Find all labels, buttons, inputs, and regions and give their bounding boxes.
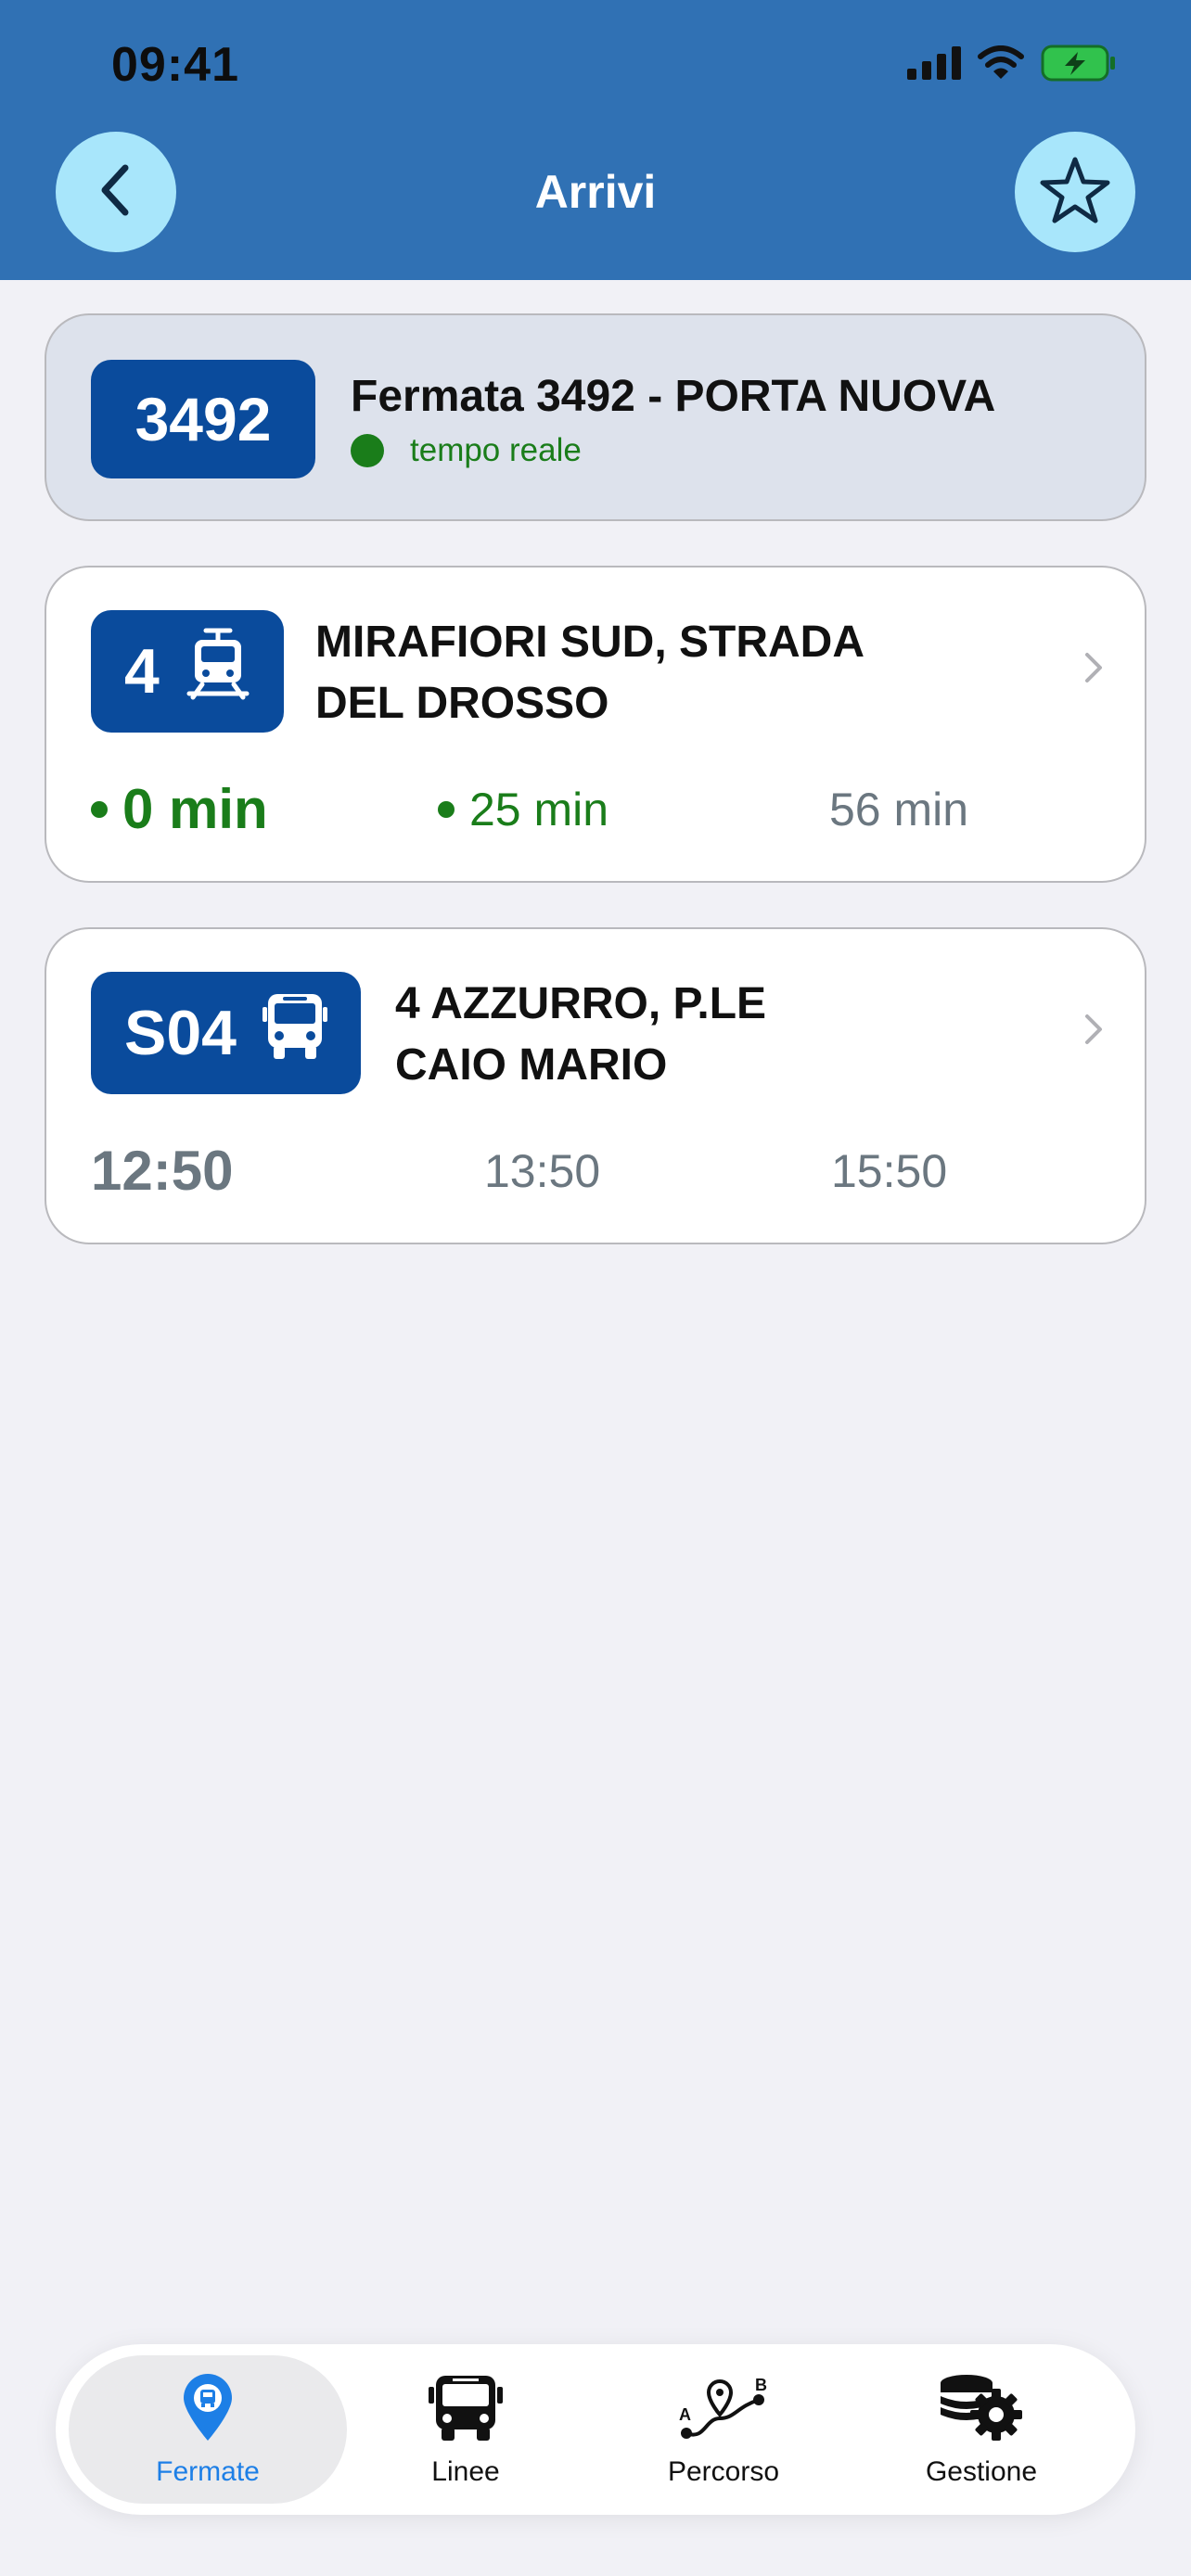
page-title: Arrivi: [534, 166, 657, 218]
stop-title: Fermata 3492 - PORTA NUOVA: [351, 372, 996, 421]
line-destination: MIRAFIORI SUD, STRADA DEL DROSSO: [315, 612, 864, 734]
wifi-icon: [978, 45, 1024, 85]
signal-icon: [907, 46, 961, 84]
tab-label: Percorso: [667, 2455, 780, 2487]
arrival-time-3: 15:50: [831, 1144, 947, 1198]
arrival-time-2: 13:50: [484, 1144, 600, 1198]
tab-label: Linee: [431, 2455, 500, 2487]
tab-percorso[interactable]: A B Percorso: [584, 2355, 863, 2504]
line-badge: 4: [91, 610, 284, 733]
arrival-time-3: 56 min: [829, 783, 968, 836]
arrival-time-value: 13:50: [484, 1145, 601, 1197]
route-icon: A B: [677, 2372, 770, 2447]
tab-label: Gestione: [925, 2455, 1038, 2487]
destination-line-1: 4 AZZURRO, P.LE: [395, 979, 767, 1028]
line-code: S04: [124, 998, 237, 1068]
arrival-time-1: 0 min: [91, 777, 268, 841]
arrival-times: 12:50 13:50 15:50: [91, 1139, 1111, 1213]
tab-fermate[interactable]: Fermate: [69, 2355, 347, 2504]
chevron-right-icon: [1083, 1013, 1104, 1051]
destination-line-2: DEL DROSSO: [315, 679, 609, 728]
destination-line-1: MIRAFIORI SUD, STRADA: [315, 618, 864, 667]
arrival-time-2: 25 min: [438, 783, 608, 836]
svg-text:A: A: [679, 2405, 691, 2424]
arrival-time-value: 25 min: [469, 784, 609, 835]
arrival-time-value: 12:50: [91, 1140, 234, 1202]
line-code: 4: [124, 636, 160, 707]
stop-card: 3492 Fermata 3492 - PORTA NUOVA tempo re…: [45, 313, 1146, 521]
arrival-time-1: 12:50: [91, 1139, 233, 1203]
realtime-dot-icon: [91, 800, 108, 818]
arrival-times: 0 min 25 min 56 min: [91, 777, 1111, 851]
line-destination: 4 AZZURRO, P.LE CAIO MARIO: [395, 974, 766, 1096]
realtime-label: tempo reale: [410, 432, 582, 468]
arrival-time-value: 15:50: [831, 1145, 948, 1197]
svg-text:B: B: [755, 2376, 767, 2394]
tab-bar: Fermate Linee A B Percorso Gestione: [56, 2344, 1135, 2515]
realtime-dot-icon: [351, 434, 384, 467]
battery-icon: [1041, 45, 1117, 86]
favorite-button[interactable]: [1015, 132, 1135, 252]
tram-icon: [186, 627, 250, 716]
realtime-dot-icon: [438, 801, 455, 818]
stop-code-badge: 3492: [91, 360, 315, 478]
status-icons: [907, 45, 1117, 86]
stop-pin-icon: [180, 2372, 236, 2447]
header-bar: 09:41 Arrivi: [0, 0, 1191, 280]
line-badge: S04: [91, 972, 361, 1094]
destination-line-2: CAIO MARIO: [395, 1040, 668, 1090]
arrival-time-value: 0 min: [122, 778, 268, 840]
tab-gestione[interactable]: Gestione: [842, 2355, 1121, 2504]
arrival-time-value: 56 min: [829, 784, 969, 835]
tab-label: Fermate: [156, 2455, 260, 2487]
star-icon: [1040, 156, 1110, 229]
line-card-s04[interactable]: S04 4 AZZURRO, P.LE CAIO MARIO 12:50 13:…: [45, 927, 1146, 1244]
bus-icon: [263, 990, 327, 1076]
tab-linee[interactable]: Linee: [327, 2355, 605, 2504]
chevron-right-icon: [1083, 651, 1104, 689]
line-card-4[interactable]: 4 MIRAFIORI SUD, STRADA DEL DROSSO 0 min: [45, 566, 1146, 883]
status-time: 09:41: [111, 38, 239, 92]
database-gear-icon: [937, 2372, 1026, 2447]
realtime-indicator: tempo reale: [351, 432, 582, 469]
bus-icon: [427, 2372, 505, 2447]
